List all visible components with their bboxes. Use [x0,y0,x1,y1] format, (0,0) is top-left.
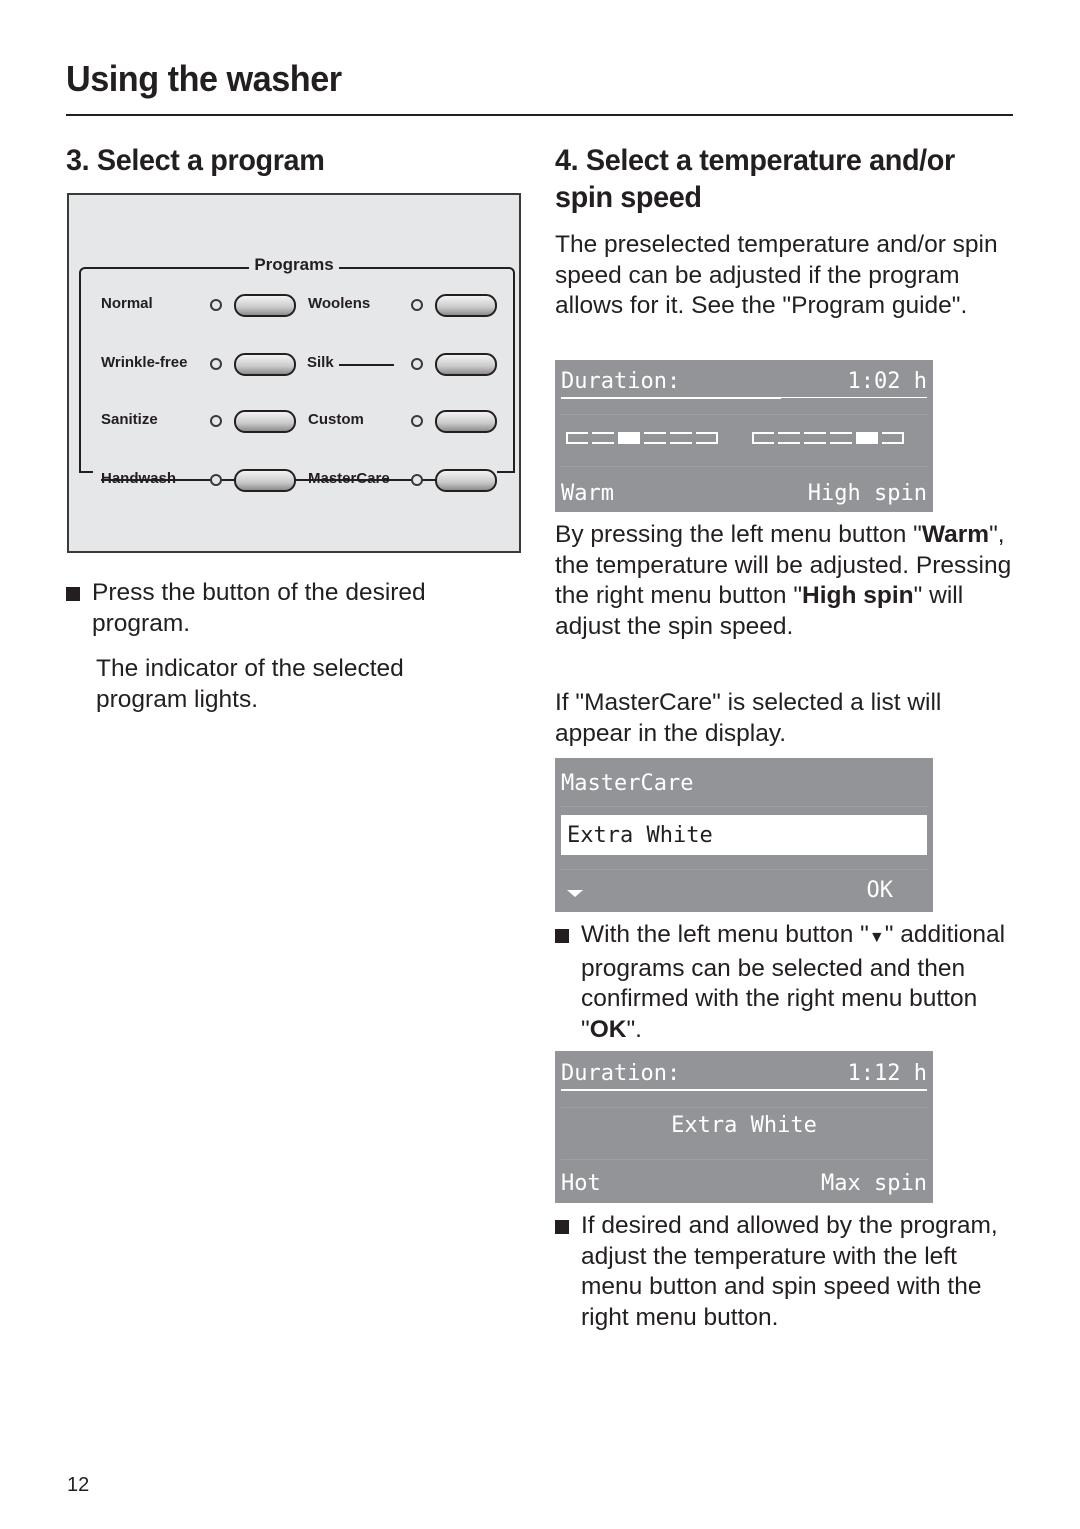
down-arrow-icon: ▼ [868,929,885,946]
duration-value: 1:02 h [847,368,927,394]
temperature-level-bar [566,432,718,444]
text-part: By pressing the left menu button " [555,521,922,548]
temperature-segment [566,432,588,444]
down-arrow-icon[interactable] [561,878,583,903]
duration-label: Duration: [561,1060,681,1086]
temperature-segment [670,432,692,444]
instruction-text: With the left menu button "▼" additional… [581,920,1015,1045]
bullet-square-icon [555,929,569,943]
menu-button-hot[interactable]: Hot [561,1171,601,1196]
instruction-text: If desired and allowed by the program, a… [581,1212,998,1331]
program-button-sanitize[interactable] [234,410,296,433]
mastercare-title: MasterCare [561,770,694,796]
bullet-square-icon [555,1220,569,1234]
spin-segment [804,432,826,444]
section-title-select-program: 3. Select a program [66,144,325,177]
bold-term-ok: OK [589,1015,627,1043]
intro-paragraph: The preselected temperature and/or spin … [555,231,998,319]
indicator-led-sanitize [210,415,222,427]
menu-button-max-spin[interactable]: Max spin [821,1171,927,1196]
mastercare-paragraph: If "MasterCare" is selected a list will … [555,689,942,747]
spin-segment [882,432,904,444]
indicator-led-custom [411,415,423,427]
bullet-square-icon [66,587,80,601]
program-label-custom: Custom [308,411,364,428]
menu-button-high-spin[interactable]: High spin [808,481,927,506]
display-mastercare-list: MasterCare Extra White OK [555,758,933,912]
indicator-led-mastercare [411,474,423,486]
indicator-led-silk [411,358,423,370]
duration-value: 1:12 h [847,1060,927,1086]
instruction-press-button: Press the button of the desired program. [66,578,466,639]
programs-group-label: Programs [249,255,339,274]
program-label-mastercare: MasterCare [308,470,390,487]
page-header-title: Using the washer [66,58,342,99]
text-part: With the left menu button " [581,921,869,948]
program-label-wrinkle-free: Wrinkle-free [101,354,188,371]
menu-button-explanation: By pressing the left menu button "Warm",… [555,520,1015,642]
menu-button-warm[interactable]: Warm [561,481,614,506]
program-button-woolens[interactable] [435,294,497,317]
temperature-segment [644,432,666,444]
instruction-text: Press the button of the desired program. [92,579,426,637]
program-button-wrinkle-free[interactable] [234,353,296,376]
instruction-scroll-list: With the left menu button "▼" additional… [555,920,1015,1045]
indicator-note: The indicator of the selected program li… [96,655,404,713]
list-item-selected[interactable]: Extra White [561,815,927,855]
program-button-handwash[interactable] [234,469,296,492]
spin-segment [830,432,852,444]
program-label-handwash: Handwash [101,470,177,487]
spin-level-bar [752,432,904,444]
control-panel-illustration: Programs Normal Woolens Wrinkle-free Sil… [67,193,521,553]
text-part: ". [626,1015,642,1043]
program-label-sanitize: Sanitize [101,411,158,428]
program-button-silk[interactable] [435,353,497,376]
program-label-normal: Normal [101,295,153,312]
header-divider [66,114,1013,116]
temperature-segment-active [618,432,640,444]
indicator-led-wrinkle-free [210,358,222,370]
program-name: Extra White [671,1113,817,1138]
program-label-silk: Silk [307,354,334,371]
spin-segment [752,432,774,444]
instruction-adjust: If desired and allowed by the program, a… [555,1211,1015,1333]
temperature-segment [696,432,718,444]
program-button-normal[interactable] [234,294,296,317]
program-button-mastercare[interactable] [435,469,497,492]
program-label-woolens: Woolens [308,295,371,312]
indicator-led-normal [210,299,222,311]
list-item-extra-white: Extra White [567,822,713,848]
display-duration-warm: Duration: 1:02 h Warm High spin [555,360,933,512]
program-button-custom[interactable] [435,410,497,433]
temperature-segment [592,432,614,444]
display-duration-extra-white: Duration: 1:12 h Extra White Hot Max spi… [555,1051,933,1203]
menu-button-ok[interactable]: OK [867,878,928,903]
section-title-temperature-spin: 4. Select a temperature and/or spin spee… [555,144,955,214]
duration-label: Duration: [561,368,681,394]
bold-term-high-spin: High spin [802,582,914,609]
spin-segment [778,432,800,444]
page-number: 12 [67,1474,90,1496]
bold-term-warm: Warm [921,521,990,548]
indicator-led-woolens [411,299,423,311]
spin-segment-active [856,432,878,444]
silk-connector-line [339,364,394,366]
indicator-led-handwash [210,474,222,486]
